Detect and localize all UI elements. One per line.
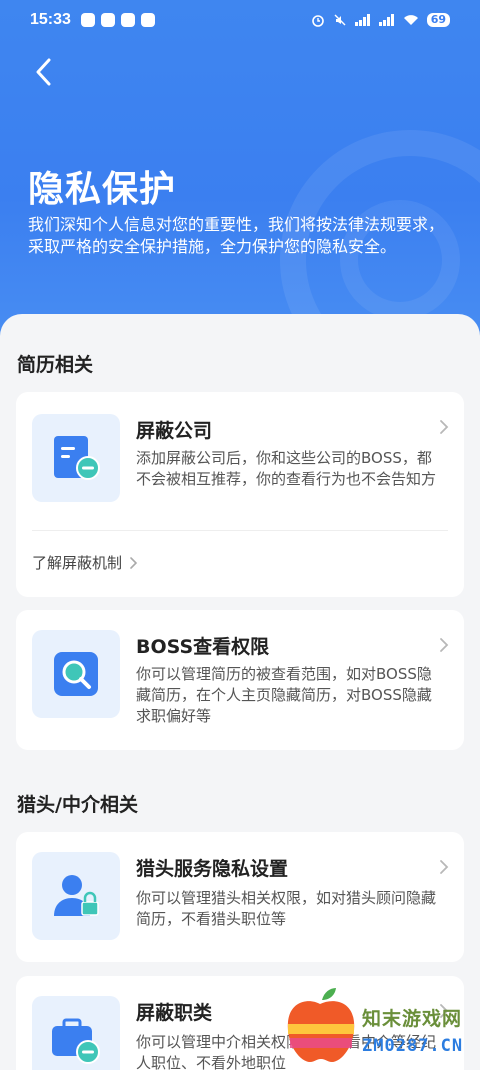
mute-icon	[334, 14, 346, 26]
block-company-icon	[54, 436, 100, 480]
block-job-icon-box	[32, 996, 120, 1070]
card-desc-block-company: 添加屏蔽公司后，你和这些公司的BOSS，都不会被相互推荐，你的查看行为也不会告知…	[136, 449, 437, 488]
page-description: 我们深知个人信息对您的重要性，我们将按法律法规要求，采取严格的安全保护措施，全力…	[28, 215, 445, 256]
chevron-right-small-icon	[130, 556, 138, 569]
status-bar: 15:33 69	[0, 0, 480, 40]
status-time: 15:33	[30, 11, 71, 28]
card-divider	[32, 530, 448, 531]
chevron-left-icon	[36, 58, 51, 86]
page-title: 隐私保护	[28, 169, 177, 210]
learn-block-mechanism-link[interactable]: 了解屏蔽机制	[32, 552, 138, 573]
signal-icon	[354, 14, 370, 26]
watermark: 知末游戏网 ZM0287.CN	[282, 984, 480, 1070]
card-headhunter-privacy[interactable]: 猎头服务隐私设置 你可以管理猎头相关权限，如对猎头顾问隐藏简历，不看猎头职位等	[16, 832, 464, 962]
system-status: 69	[311, 13, 450, 27]
wifi-icon	[403, 15, 418, 25]
apple-logo-icon	[287, 988, 355, 1062]
alarm-icon	[311, 15, 324, 27]
content-sheet: 简历相关 屏蔽公司 添加屏蔽公司后，你和这些公司的BOSS，都不会被相互推荐，你…	[0, 314, 480, 1070]
mail-notification-icon	[100, 13, 115, 27]
watermark-text-url: ZM0287.CN	[362, 1036, 464, 1056]
card-title-block-company: 屏蔽公司	[136, 420, 213, 442]
card-desc-headhunter: 你可以管理猎头相关权限，如对猎头顾问隐藏简历，不看猎头职位等	[136, 889, 437, 928]
weibo-notification-icon	[120, 13, 135, 27]
chevron-right-icon	[440, 860, 449, 874]
card-block-company[interactable]: 屏蔽公司 添加屏蔽公司后，你和这些公司的BOSS，都不会被相互推荐，你的查看行为…	[16, 392, 464, 597]
card-title-boss-view: BOSS查看权限	[136, 636, 270, 658]
chevron-right-icon	[440, 638, 449, 652]
briefcase-block-icon	[52, 1018, 100, 1064]
headhunter-icon-box	[32, 852, 120, 940]
learn-block-mechanism-label: 了解屏蔽机制	[32, 554, 123, 572]
section-title-headhunter: 猎头/中介相关	[17, 794, 138, 816]
battery-level: 69	[426, 13, 450, 27]
card-boss-view-permission[interactable]: BOSS查看权限 你可以管理简历的被查看范围，如对BOSS隐藏简历，在个人主页隐…	[16, 610, 464, 750]
signal-icon-2	[378, 14, 394, 26]
card-title-headhunter: 猎头服务隐私设置	[136, 858, 289, 880]
card-desc-boss-view: 你可以管理简历的被查看范围，如对BOSS隐藏简历，在个人主页隐藏简历，对BOSS…	[136, 665, 432, 725]
card-title-block-job: 屏蔽职类	[136, 1002, 213, 1024]
chevron-right-icon	[440, 420, 449, 434]
app-notification-icon	[80, 13, 95, 27]
user-lock-icon	[54, 875, 99, 916]
search-view-icon	[54, 652, 98, 696]
block-company-icon-box	[32, 414, 120, 502]
watermark-text-cn: 知末游戏网	[362, 1008, 463, 1030]
section-title-resume: 简历相关	[17, 354, 94, 376]
header-banner: 15:33 69 隐私保护 我们深知个人信息对您的重要性，我们将按法律法规要求，…	[0, 0, 480, 360]
back-button[interactable]	[26, 52, 60, 92]
video-notification-icon	[140, 13, 155, 27]
boss-view-icon-box	[32, 630, 120, 718]
notification-icons	[80, 13, 155, 27]
